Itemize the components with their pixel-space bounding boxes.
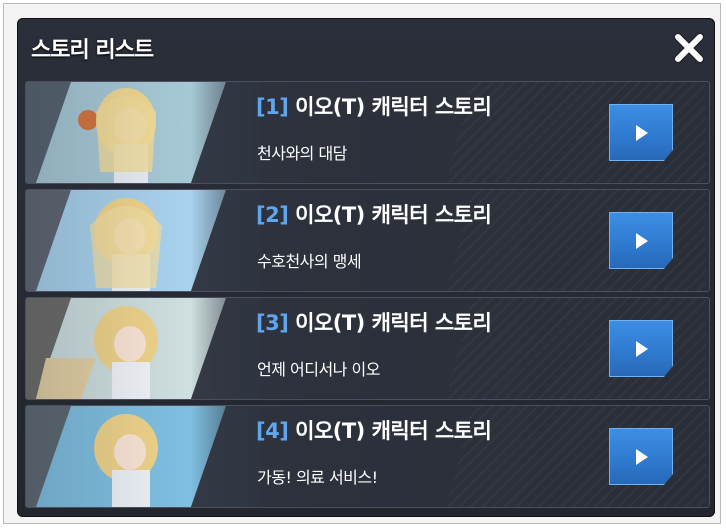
story-number: [1]: [256, 95, 289, 119]
story-row[interactable]: [4] 이오(T) 캐릭터 스토리 가동! 의료 서비스!: [25, 405, 710, 508]
play-icon: [636, 341, 648, 357]
story-subtitle: 천사와의 대담: [257, 144, 347, 163]
close-button[interactable]: [671, 30, 707, 66]
story-subtitle: 가동! 의료 서비스!: [257, 468, 378, 487]
play-icon: [636, 233, 648, 249]
play-button[interactable]: [609, 104, 673, 161]
story-title: [4] 이오(T) 캐릭터 스토리: [256, 415, 492, 445]
story-title-text: 이오(T) 캐릭터 스토리: [295, 419, 492, 443]
story-title: [2] 이오(T) 캐릭터 스토리: [256, 199, 492, 229]
story-row[interactable]: [2] 이오(T) 캐릭터 스토리 수호천사의 맹세: [25, 189, 710, 292]
character-portrait-image: [26, 82, 261, 183]
story-title-text: 이오(T) 캐릭터 스토리: [295, 311, 492, 335]
story-title-text: 이오(T) 캐릭터 스토리: [295, 203, 492, 227]
story-title-text: 이오(T) 캐릭터 스토리: [295, 95, 492, 119]
play-button[interactable]: [609, 320, 673, 377]
close-icon: [674, 33, 704, 63]
dialog-title: 스토리 리스트: [31, 38, 154, 63]
play-icon: [636, 449, 648, 465]
story-subtitle: 언제 어디서나 이오: [257, 360, 380, 379]
story-title: [1] 이오(T) 캐릭터 스토리: [256, 91, 492, 121]
story-row[interactable]: [1] 이오(T) 캐릭터 스토리 천사와의 대담: [25, 81, 710, 184]
story-row[interactable]: [3] 이오(T) 캐릭터 스토리 언제 어디서나 이오: [25, 297, 710, 400]
character-portrait-image: [26, 298, 261, 399]
story-number: [4]: [256, 419, 289, 443]
story-number: [2]: [256, 203, 289, 227]
story-list-dialog: 스토리 리스트 [1] 이오(T) 캐릭터 스토리 천사와의 대담 [2] 이오…: [17, 18, 715, 517]
screenshot-frame: 스토리 리스트 [1] 이오(T) 캐릭터 스토리 천사와의 대담 [2] 이오…: [3, 3, 721, 524]
character-portrait-image: [26, 190, 261, 291]
story-subtitle: 수호천사의 맹세: [257, 252, 362, 271]
play-button[interactable]: [609, 212, 673, 269]
play-icon: [636, 125, 648, 141]
character-portrait-image: [26, 406, 261, 507]
play-button[interactable]: [609, 428, 673, 485]
story-number: [3]: [256, 311, 289, 335]
story-title: [3] 이오(T) 캐릭터 스토리: [256, 307, 492, 337]
